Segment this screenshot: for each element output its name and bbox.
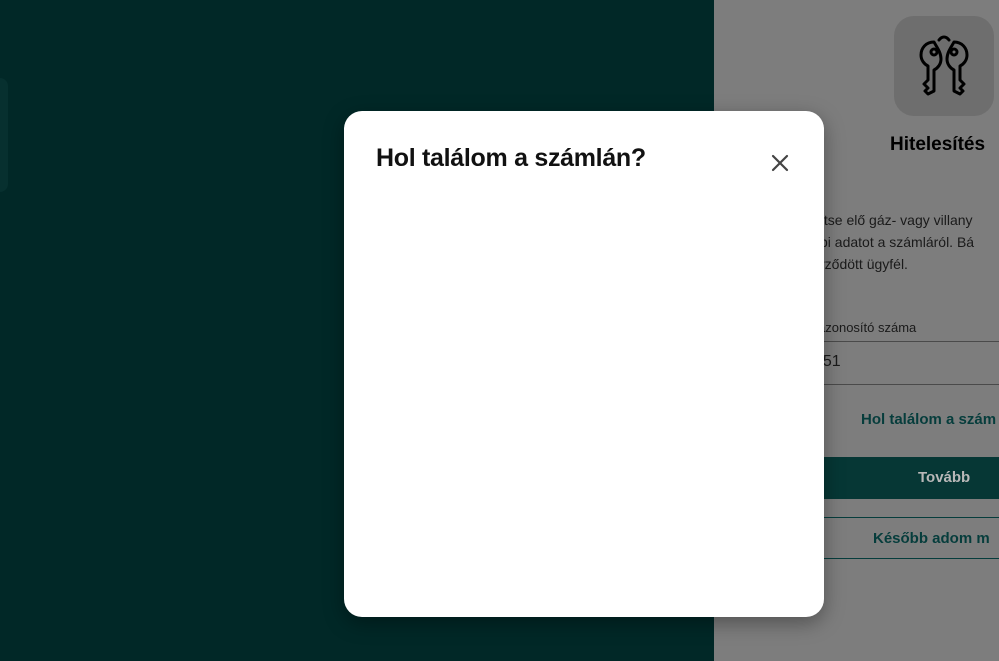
description-line: ítse elő gáz- vagy villany xyxy=(820,212,973,228)
later-button[interactable]: Később adom m xyxy=(810,517,999,559)
modal-title: Hol találom a számlán? xyxy=(376,144,646,172)
identifier-field[interactable]: 651 xyxy=(810,341,999,385)
next-button-label: Tovább xyxy=(918,469,971,486)
description-line: rződött ügyfél. xyxy=(820,256,908,272)
keys-icon-tile xyxy=(894,16,994,116)
background-card xyxy=(0,78,8,192)
next-button[interactable]: Tovább xyxy=(810,457,999,499)
panel-title: Hitelesítés xyxy=(890,134,986,155)
close-icon xyxy=(771,154,789,172)
help-modal: Hol találom a számlán? xyxy=(344,111,824,617)
page-background: Hitelesítés ítse elő gáz- vagy villany b… xyxy=(0,0,999,661)
later-button-label: Később adom m xyxy=(873,530,990,547)
description-line: bi adatot a számláról. Bá xyxy=(820,234,975,250)
keys-icon xyxy=(919,35,969,96)
field-label: azonosító száma xyxy=(818,320,917,335)
panel-description: ítse elő gáz- vagy villany bi adatot a s… xyxy=(820,209,999,275)
where-to-find-link[interactable]: Hol találom a szám xyxy=(861,411,996,428)
close-button[interactable] xyxy=(768,151,792,175)
